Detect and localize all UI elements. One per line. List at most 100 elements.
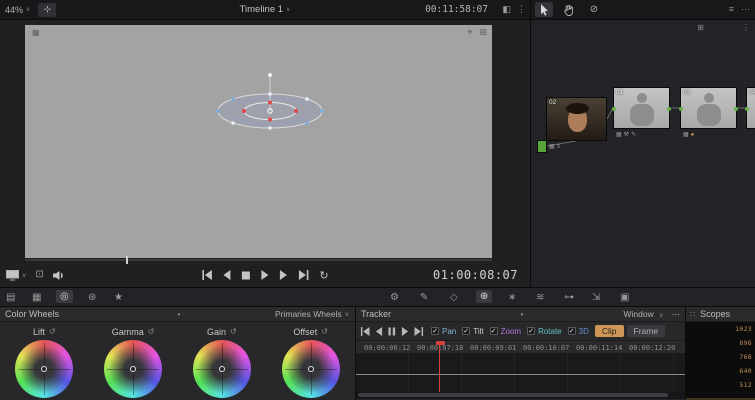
previous-frame-button[interactable]: [222, 269, 231, 281]
power-window-icon[interactable]: ◇: [450, 291, 458, 304]
go-to-start-button[interactable]: [201, 269, 212, 281]
highlight-button[interactable]: ⊹: [38, 2, 57, 17]
ruler-timecode: 00:00:11:14: [576, 344, 623, 352]
viewer-transport-bar: ∨ ⊡ ↻ 01:00:08:07: [0, 263, 530, 287]
hand-tool-button[interactable]: [560, 2, 578, 17]
canvas-zoom-icon[interactable]: ⊞: [479, 27, 487, 38]
reset-icon[interactable]: ↺: [230, 327, 237, 336]
tilt-feature-toggle[interactable]: ✓ Tilt: [462, 327, 484, 336]
tracker-timeline-ruler[interactable]: 00:00:06:12 00:00:07:18 00:00:09:01 00:0…: [356, 340, 685, 353]
node-connections: [546, 107, 746, 147]
node-label: 01: [616, 89, 624, 96]
qualifier-icon[interactable]: ✎: [420, 291, 428, 304]
wheel-label: Gain: [207, 326, 227, 337]
timeline-name: Timeline 1: [239, 4, 284, 15]
play-button[interactable]: [260, 269, 269, 281]
viewer-jog-bar[interactable]: [25, 256, 492, 264]
wheel-hub[interactable]: [218, 366, 225, 372]
tracker-playhead-handle[interactable]: [436, 341, 445, 345]
wheels-mode-select[interactable]: Primaries Wheels ∨: [275, 309, 349, 319]
viewer-canvas[interactable]: ▦ ⌖ ⊞: [25, 25, 492, 258]
waveform-scope[interactable]: 1023 896 768 640 512: [686, 322, 755, 400]
blur-palette-icon[interactable]: ≋: [536, 291, 544, 304]
mute-audio-button[interactable]: [52, 269, 64, 281]
motion-effects-icon[interactable]: ⚙: [390, 291, 399, 304]
go-to-end-button[interactable]: [298, 269, 309, 281]
track-to-start-button[interactable]: [360, 325, 370, 337]
clip-mode-button[interactable]: Clip: [594, 325, 624, 337]
feature-label: Zoom: [500, 326, 522, 336]
page-dot-icon[interactable]: •: [521, 310, 524, 319]
viewer-options-icon[interactable]: ⋮: [517, 5, 526, 14]
offset-wheel[interactable]: [281, 340, 340, 398]
scope-layout-icon[interactable]: ∷: [690, 310, 695, 319]
tracker-options-icon[interactable]: ⋯: [672, 309, 681, 320]
sizing-palette-icon[interactable]: ⇲: [592, 291, 600, 304]
timeline-selector[interactable]: Timeline 1 ∨: [240, 4, 291, 15]
tracker-mode-select[interactable]: Window ∨: [623, 309, 663, 319]
frame-mode-button[interactable]: Frame: [626, 325, 666, 337]
gallery-icon[interactable]: ▤: [6, 291, 15, 304]
tracker-controls: ✓ Pan ✓ Tilt ✓ Zoom ✓ Rotate ✓ 3D Clip F…: [356, 322, 685, 340]
node-more-icon[interactable]: ⋯: [741, 4, 750, 15]
next-frame-button[interactable]: [279, 269, 288, 281]
node-03[interactable]: 03 ▦●: [679, 87, 738, 138]
color-wheels-palette-icon[interactable]: ◎: [56, 290, 73, 303]
tracker-scrollbar[interactable]: [356, 392, 685, 399]
gamma-wheel[interactable]: [104, 340, 163, 398]
rotate-feature-toggle[interactable]: ✓ Rotate: [527, 327, 562, 336]
3d-feature-toggle[interactable]: ✓ 3D: [567, 327, 589, 336]
source-input-node[interactable]: [537, 140, 547, 153]
node-lut-icon: ▦: [549, 144, 557, 150]
viewer-mode-button[interactable]: ∨: [6, 269, 26, 281]
scrollbar-thumb[interactable]: [358, 393, 668, 397]
scope-scale-value: 640: [739, 367, 752, 375]
reset-icon[interactable]: ↺: [321, 327, 328, 336]
stereo3d-palette-icon[interactable]: ▣: [620, 291, 629, 304]
tracker-graph[interactable]: [356, 353, 685, 392]
reset-icon[interactable]: ↺: [49, 327, 56, 336]
chevron-down-icon: ∨: [344, 311, 349, 318]
node-wipe-icon[interactable]: ⊞: [697, 23, 704, 32]
node-01[interactable]: 01 ▦⚒✎: [612, 87, 671, 138]
track-reverse-frame-button[interactable]: [375, 325, 383, 337]
magic-mask-icon[interactable]: ∗: [508, 291, 516, 304]
expand-viewer-icon[interactable]: ⊡: [35, 270, 43, 280]
track-to-end-button[interactable]: [414, 325, 424, 337]
color-wheels-panel: Color Wheels • Primaries Wheels ∨ Lift ↺…: [0, 307, 356, 400]
node-menu-icon[interactable]: ≡: [729, 4, 734, 15]
gain-wheel[interactable]: [192, 340, 251, 398]
loop-playback-icon[interactable]: ↻: [319, 269, 328, 282]
node-02[interactable]: 02 ▦≡: [546, 97, 607, 150]
pan-feature-toggle[interactable]: ✓ Pan: [431, 327, 456, 336]
pointer-tool-button[interactable]: [535, 2, 553, 17]
palette-toolbar: ▤ ▦ ◎ ⊛ ★ ⚙ ✎ ◇ ⊕ ∗ ≋ ⊶ ⇲ ▣: [0, 287, 755, 307]
safe-area-icon[interactable]: ⌖: [467, 27, 472, 38]
zoom-feature-toggle[interactable]: ✓ Zoom: [489, 326, 522, 336]
bypass-grades-icon[interactable]: ⊘: [585, 2, 603, 17]
split-screen-icon[interactable]: ◧: [502, 5, 511, 14]
power-window-ellipse[interactable]: [205, 65, 335, 149]
track-forward-frame-button[interactable]: [401, 325, 409, 337]
stop-button[interactable]: [241, 269, 250, 281]
node-tools-icon: ⚒: [623, 132, 632, 138]
scope-scale-value: 768: [739, 353, 752, 361]
key-palette-icon[interactable]: ⊶: [564, 291, 574, 304]
lift-wheel[interactable]: [15, 340, 74, 398]
node-label: 02: [549, 99, 557, 106]
pause-tracking-button[interactable]: [388, 325, 396, 337]
wheel-hub[interactable]: [130, 366, 137, 372]
reset-icon[interactable]: ↺: [148, 327, 155, 336]
tracker-palette-icon[interactable]: ⊕: [476, 290, 493, 303]
wheel-hub[interactable]: [307, 366, 314, 372]
page-dot-icon[interactable]: •: [178, 310, 181, 319]
node-04[interactable]: 04: [745, 87, 755, 129]
wheel-hub[interactable]: [41, 366, 48, 372]
node-options-icon[interactable]: ⋮: [742, 23, 750, 32]
viewer-zoom-select[interactable]: 44% ∨: [5, 5, 30, 15]
lut-browser-icon[interactable]: ▦: [32, 291, 41, 304]
effects-star-icon[interactable]: ★: [114, 291, 123, 304]
canvas-grid-icon[interactable]: ▦: [32, 28, 40, 37]
hdr-palette-icon[interactable]: ⊛: [88, 291, 96, 304]
wheel-label: Lift: [33, 326, 46, 337]
